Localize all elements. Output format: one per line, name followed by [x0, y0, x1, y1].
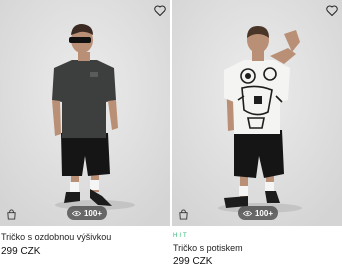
hit-badge: HIT: [173, 233, 189, 239]
eye-icon: [71, 210, 81, 217]
product-image[interactable]: 100+: [172, 0, 342, 226]
product-price: 299 CZK: [173, 256, 213, 267]
product-name[interactable]: Tričko s potiskem: [173, 243, 243, 253]
views-badge: 100+: [66, 206, 107, 220]
heart-icon[interactable]: [325, 3, 339, 17]
shopping-bag-icon[interactable]: [5, 208, 17, 220]
heart-icon[interactable]: [153, 3, 167, 17]
views-count: 100+: [83, 208, 102, 218]
product-card[interactable]: 100+ Tričko s ozdobnou výšivkou 299 CZK: [0, 0, 170, 270]
views-badge: 100+: [237, 206, 278, 220]
shopping-bag-icon[interactable]: [177, 208, 189, 220]
views-count: 100+: [254, 208, 273, 218]
product-image[interactable]: 100+: [0, 0, 170, 226]
product-card[interactable]: 100+ HIT Tričko s potiskem 299 CZK: [172, 0, 342, 270]
product-name[interactable]: Tričko s ozdobnou výšivkou: [1, 232, 111, 242]
product-price: 299 CZK: [1, 246, 41, 257]
eye-icon: [242, 210, 252, 217]
